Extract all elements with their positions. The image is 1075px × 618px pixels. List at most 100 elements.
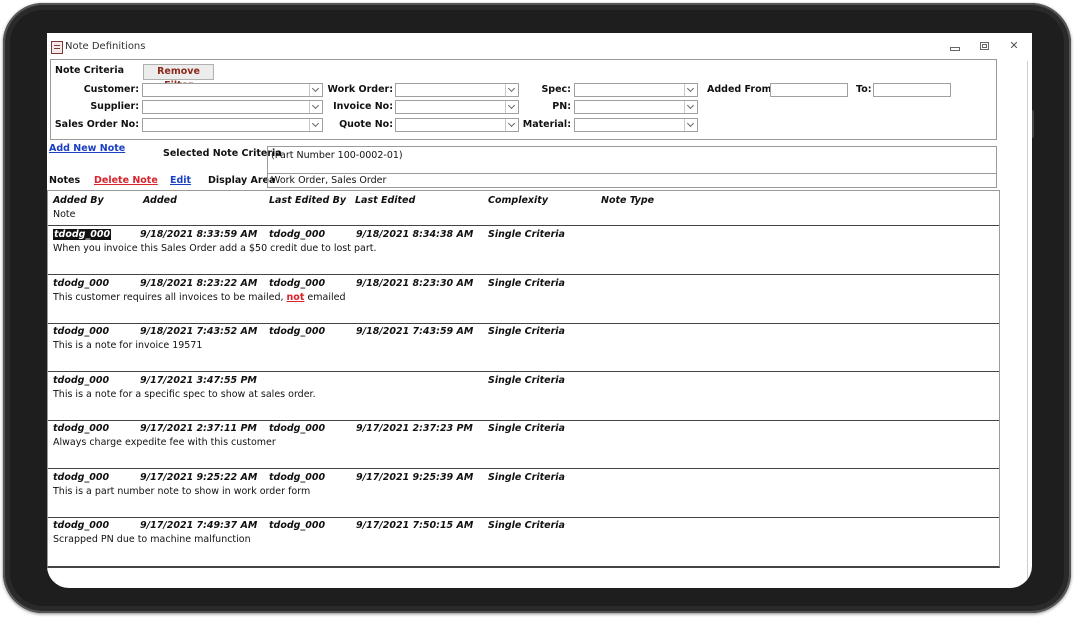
selected-note-criteria-value: (Part Number 100-0002-01) bbox=[271, 150, 403, 161]
added-from-input[interactable] bbox=[770, 83, 848, 97]
selected-note-criteria-label: Selected Note Criteria bbox=[163, 148, 282, 159]
added-cell: 9/17/2021 9:25:22 AM bbox=[140, 472, 258, 483]
table-row[interactable]: tdodg_000 9/18/2021 8:33:59 AM tdodg_000… bbox=[48, 226, 999, 275]
added-by-cell: tdodg_000 bbox=[53, 278, 110, 289]
col-note: Note bbox=[53, 209, 76, 220]
table-row[interactable]: tdodg_000 9/17/2021 2:37:11 PM tdodg_000… bbox=[48, 420, 999, 469]
chevron-down-icon[interactable] bbox=[684, 119, 697, 131]
pn-label: PN: bbox=[552, 101, 571, 112]
complexity-cell: Single Criteria bbox=[488, 229, 565, 240]
notes-label: Notes bbox=[49, 175, 81, 186]
table-row[interactable]: tdodg_000 9/18/2021 8:23:22 AM tdodg_000… bbox=[48, 275, 999, 324]
last-edited-by-cell: tdodg_000 bbox=[269, 229, 326, 240]
complexity-cell: Single Criteria bbox=[488, 520, 565, 531]
app-screen: Note Definitions ✕ Note Criteria Remove … bbox=[47, 33, 1032, 588]
table-row[interactable]: tdodg_000 9/17/2021 9:25:22 AM tdodg_000… bbox=[48, 469, 999, 518]
col-last-edited-by: Last Edited By bbox=[269, 195, 347, 206]
chevron-down-icon[interactable] bbox=[684, 84, 697, 96]
quote-no-combo[interactable] bbox=[395, 118, 519, 132]
close-icon[interactable]: ✕ bbox=[1007, 39, 1021, 53]
added-by-cell: tdodg_000 bbox=[53, 472, 110, 483]
minimize-icon[interactable] bbox=[947, 39, 961, 53]
spec-label: Spec: bbox=[541, 84, 571, 95]
selected-note-criteria-field[interactable]: (Part Number 100-0002-01) bbox=[267, 146, 997, 174]
added-by-cell: tdodg_000 bbox=[53, 520, 110, 531]
invoice-no-combo[interactable] bbox=[395, 100, 519, 114]
chevron-down-icon[interactable] bbox=[505, 101, 518, 113]
chevron-down-icon[interactable] bbox=[505, 84, 518, 96]
col-complexity: Complexity bbox=[488, 195, 549, 206]
complexity-cell: Single Criteria bbox=[488, 326, 565, 337]
note-text: Scrapped PN due to machine malfunction bbox=[53, 534, 251, 545]
added-cell: 9/17/2021 2:37:11 PM bbox=[140, 423, 257, 434]
supplier-combo[interactable] bbox=[142, 100, 323, 114]
last-edited-by-cell: tdodg_000 bbox=[269, 326, 326, 337]
delete-note-link[interactable]: Delete Note bbox=[94, 175, 158, 186]
note-text: This is a note for invoice 19571 bbox=[53, 340, 203, 351]
added-by-cell[interactable]: tdodg_000 bbox=[53, 229, 112, 240]
customer-label: Customer: bbox=[83, 84, 139, 95]
remove-filter-button[interactable]: Remove Filter bbox=[143, 64, 214, 91]
added-cell: 9/18/2021 8:33:59 AM bbox=[140, 229, 258, 240]
last-edited-by-cell: tdodg_000 bbox=[269, 423, 326, 434]
last-edited-by-cell: tdodg_000 bbox=[269, 520, 326, 531]
spec-combo[interactable] bbox=[574, 83, 698, 97]
complexity-cell: Single Criteria bbox=[488, 472, 565, 483]
work-order-label: Work Order: bbox=[327, 84, 393, 95]
added-by-cell: tdodg_000 bbox=[53, 423, 110, 434]
pn-combo[interactable] bbox=[574, 100, 698, 114]
edit-link[interactable]: Edit bbox=[170, 175, 191, 186]
note-criteria-panel: Note Criteria Remove Filter Customer: Su… bbox=[50, 59, 997, 140]
last-edited-cell: 9/17/2021 2:37:23 PM bbox=[356, 423, 473, 434]
to-date-input[interactable] bbox=[873, 83, 951, 97]
added-from-label: Added From: bbox=[707, 84, 776, 95]
col-added-by: Added By bbox=[53, 195, 104, 206]
note-criteria-heading: Note Criteria bbox=[55, 65, 125, 76]
last-edited-cell: 9/18/2021 8:34:38 AM bbox=[356, 229, 474, 240]
complexity-cell: Single Criteria bbox=[488, 423, 565, 434]
display-area-field[interactable]: Work Order, Sales Order bbox=[267, 173, 997, 188]
display-area-label: Display Area bbox=[208, 175, 276, 186]
window-title: Note Definitions bbox=[65, 41, 146, 52]
complexity-cell: Single Criteria bbox=[488, 375, 565, 386]
added-by-cell: tdodg_000 bbox=[53, 326, 110, 337]
col-note-type: Note Type bbox=[601, 195, 655, 206]
note-text: This is a part number note to show in wo… bbox=[53, 486, 311, 497]
add-new-note-link[interactable]: Add New Note bbox=[49, 143, 125, 154]
last-edited-cell: 9/17/2021 9:25:39 AM bbox=[356, 472, 474, 483]
note-text: This is a note for a specific spec to sh… bbox=[53, 389, 316, 400]
col-last-edited: Last Edited bbox=[355, 195, 416, 206]
quote-no-label: Quote No: bbox=[339, 119, 393, 130]
work-order-combo[interactable] bbox=[395, 83, 519, 97]
form-icon bbox=[51, 41, 63, 54]
invoice-no-label: Invoice No: bbox=[333, 101, 393, 112]
note-text: When you invoice this Sales Order add a … bbox=[53, 243, 377, 254]
col-added: Added bbox=[143, 195, 177, 206]
added-cell: 9/18/2021 7:43:52 AM bbox=[140, 326, 258, 337]
vertical-scrollbar[interactable] bbox=[1027, 61, 1028, 586]
note-text: This customer requires all invoices to b… bbox=[53, 292, 346, 303]
customer-combo[interactable] bbox=[142, 83, 323, 97]
last-edited-cell: 9/18/2021 8:23:30 AM bbox=[356, 278, 474, 289]
added-cell: 9/18/2021 8:23:22 AM bbox=[140, 278, 258, 289]
complexity-cell: Single Criteria bbox=[488, 278, 565, 289]
chevron-down-icon[interactable] bbox=[684, 101, 697, 113]
sales-order-no-combo[interactable] bbox=[142, 118, 323, 132]
restore-icon[interactable] bbox=[977, 39, 991, 53]
last-edited-by-cell: tdodg_000 bbox=[269, 472, 326, 483]
table-row[interactable]: tdodg_000 9/18/2021 7:43:52 AM tdodg_000… bbox=[48, 323, 999, 372]
last-edited-cell: 9/18/2021 7:43:59 AM bbox=[356, 326, 474, 337]
added-by-cell: tdodg_000 bbox=[53, 375, 110, 386]
material-combo[interactable] bbox=[574, 118, 698, 132]
notes-grid: Added By Added Last Edited By Last Edite… bbox=[47, 190, 1000, 568]
added-cell: 9/17/2021 7:49:37 AM bbox=[140, 520, 258, 531]
material-label: Material: bbox=[522, 119, 571, 130]
table-row[interactable]: tdodg_000 9/17/2021 7:49:37 AM tdodg_000… bbox=[48, 517, 999, 565]
note-text: Always charge expedite fee with this cus… bbox=[53, 437, 276, 448]
grid-header: Added By Added Last Edited By Last Edite… bbox=[48, 191, 999, 226]
last-edited-by-cell: tdodg_000 bbox=[269, 278, 326, 289]
note-emphasis-link[interactable]: not bbox=[287, 292, 305, 303]
to-label: To: bbox=[856, 84, 872, 95]
display-area-value: Work Order, Sales Order bbox=[271, 175, 387, 186]
table-row[interactable]: tdodg_000 9/17/2021 3:47:55 PM Single Cr… bbox=[48, 372, 999, 421]
